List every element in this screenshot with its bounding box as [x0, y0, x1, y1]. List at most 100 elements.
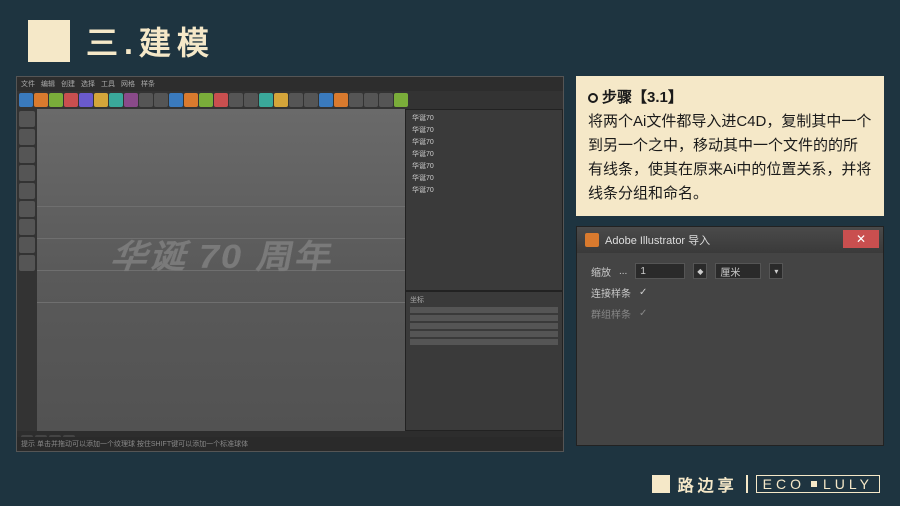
- object-manager[interactable]: 华诞70 华诞70 华诞70 华诞70 华诞70 华诞70 华诞70: [405, 109, 563, 291]
- toolbar-icon[interactable]: [64, 93, 78, 107]
- toolbar-icon[interactable]: [34, 93, 48, 107]
- menu-item[interactable]: 编辑: [41, 79, 55, 89]
- object-item[interactable]: 华诞70: [408, 136, 560, 148]
- c4d-window: 文件 编辑 创建 选择 工具 网格 样条: [16, 76, 564, 452]
- scale-input[interactable]: [635, 263, 685, 279]
- tool-icon[interactable]: [19, 237, 35, 253]
- toolbar-icon[interactable]: [394, 93, 408, 107]
- status-text: 提示 单击并拖动可以添加一个纹理球 按住SHIFT键可以添加一个标准球体: [21, 439, 248, 449]
- toolbar-icon[interactable]: [364, 93, 378, 107]
- connect-label: 连接样条: [591, 285, 631, 300]
- toolbar-icon[interactable]: [154, 93, 168, 107]
- toolbar-icon[interactable]: [289, 93, 303, 107]
- scale-row: 缩放 ... ◆ 厘米 ▾: [591, 263, 869, 279]
- scale-label: 缩放: [591, 264, 611, 279]
- checkbox-checked-icon[interactable]: ✓: [639, 287, 647, 298]
- group-label: 群组样条: [591, 306, 631, 321]
- step-label: 步骤【3.1】: [602, 86, 683, 110]
- unit-select[interactable]: 厘米: [715, 263, 761, 279]
- toolbar-icon[interactable]: [259, 93, 273, 107]
- toolbar-icon[interactable]: [19, 93, 33, 107]
- attr-value-bar[interactable]: [410, 315, 558, 321]
- c4d-viewport[interactable]: 华诞 70 周年: [37, 109, 405, 431]
- toolbar-icon[interactable]: [184, 93, 198, 107]
- footer-brand-cn: 路边享: [678, 472, 738, 496]
- tool-icon[interactable]: [19, 147, 35, 163]
- object-item[interactable]: 华诞70: [408, 148, 560, 160]
- c4d-toolbar: [17, 91, 563, 109]
- attr-value-bar[interactable]: [410, 307, 558, 313]
- menu-item[interactable]: 网格: [121, 79, 135, 89]
- object-item[interactable]: 华诞70: [408, 184, 560, 196]
- tool-icon[interactable]: [19, 165, 35, 181]
- menu-item[interactable]: 文件: [21, 79, 35, 89]
- right-column: 步骤【3.1】 将两个Ai文件都导入进C4D，复制其中一个到另一个之中，移动其中…: [576, 76, 884, 452]
- menu-item[interactable]: 创建: [61, 79, 75, 89]
- tool-icon[interactable]: [19, 255, 35, 271]
- footer-brand-en: ECO LULY: [756, 475, 880, 493]
- toolbar-icon[interactable]: [319, 93, 333, 107]
- menu-item[interactable]: 样条: [141, 79, 155, 89]
- toolbar-icon[interactable]: [109, 93, 123, 107]
- tool-icon[interactable]: [19, 111, 35, 127]
- toolbar-icon[interactable]: [94, 93, 108, 107]
- menu-item[interactable]: 工具: [101, 79, 115, 89]
- c4d-right-panels: 华诞70 华诞70 华诞70 华诞70 华诞70 华诞70 华诞70 坐标: [405, 109, 563, 431]
- checkbox-checked-icon[interactable]: ✓: [639, 308, 647, 319]
- toolbar-icon[interactable]: [334, 93, 348, 107]
- close-button[interactable]: ✕: [843, 230, 879, 248]
- slide-header: 三.建模: [0, 0, 900, 76]
- object-item[interactable]: 华诞70: [408, 124, 560, 136]
- toolbar-icon[interactable]: [274, 93, 288, 107]
- toolbar-icon[interactable]: [139, 93, 153, 107]
- footer-square-icon: [652, 475, 670, 493]
- attr-value-bar[interactable]: [410, 323, 558, 329]
- toolbar-icon[interactable]: [169, 93, 183, 107]
- dot-icon: [811, 481, 817, 487]
- toolbar-icon[interactable]: [304, 93, 318, 107]
- toolbar-icon[interactable]: [49, 93, 63, 107]
- c4d-left-tools: [17, 109, 37, 431]
- instruction-note: 步骤【3.1】 将两个Ai文件都导入进C4D，复制其中一个到另一个之中，移动其中…: [576, 76, 884, 216]
- slide-footer: 路边享 ECO LULY: [652, 472, 880, 496]
- dialog-titlebar[interactable]: Adobe Illustrator 导入 ✕: [577, 227, 883, 253]
- c4d-body: 华诞 70 周年 华诞70 华诞70 华诞70 华诞70 华诞70 华诞70 华…: [17, 109, 563, 431]
- content-area: 文件 编辑 创建 选择 工具 网格 样条: [0, 76, 900, 452]
- toolbar-icon[interactable]: [124, 93, 138, 107]
- bullet-icon: [588, 93, 598, 103]
- chevron-down-icon[interactable]: ▾: [769, 263, 783, 279]
- attr-value-bar[interactable]: [410, 339, 558, 345]
- viewport-3d-text: 华诞 70 周年: [108, 231, 334, 278]
- toolbar-icon[interactable]: [214, 93, 228, 107]
- illustrator-icon: [585, 233, 599, 247]
- toolbar-icon[interactable]: [244, 93, 258, 107]
- object-item[interactable]: 华诞70: [408, 112, 560, 124]
- c4d-menubar[interactable]: 文件 编辑 创建 选择 工具 网格 样条: [17, 77, 563, 91]
- footer-luly: LULY: [823, 476, 873, 492]
- toolbar-icon[interactable]: [229, 93, 243, 107]
- group-row: 群组样条 ✓: [591, 306, 869, 321]
- attr-value-bar[interactable]: [410, 331, 558, 337]
- tool-icon[interactable]: [19, 219, 35, 235]
- note-title: 步骤【3.1】: [588, 86, 872, 110]
- connect-row: 连接样条 ✓: [591, 285, 869, 300]
- menu-item[interactable]: 选择: [81, 79, 95, 89]
- dialog-body: 缩放 ... ◆ 厘米 ▾ 连接样条 ✓ 群组样条 ✓: [577, 253, 883, 337]
- attribute-manager[interactable]: 坐标: [405, 291, 563, 431]
- c4d-statusbar: 提示 单击并拖动可以添加一个纹理球 按住SHIFT键可以添加一个标准球体: [17, 437, 563, 451]
- toolbar-icon[interactable]: [349, 93, 363, 107]
- note-body: 将两个Ai文件都导入进C4D，复制其中一个到另一个之中，移动其中一个文件的的所有…: [588, 110, 872, 206]
- footer-divider: [746, 475, 748, 493]
- footer-eco: ECO: [763, 476, 805, 492]
- toolbar-icon[interactable]: [199, 93, 213, 107]
- stepper-icon[interactable]: ◆: [693, 263, 707, 279]
- tool-icon[interactable]: [19, 201, 35, 217]
- tool-icon[interactable]: [19, 129, 35, 145]
- toolbar-icon[interactable]: [79, 93, 93, 107]
- toolbar-icon[interactable]: [379, 93, 393, 107]
- ai-import-dialog: Adobe Illustrator 导入 ✕ 缩放 ... ◆ 厘米 ▾ 连接样…: [576, 226, 884, 446]
- header-accent-square: [28, 20, 70, 62]
- tool-icon[interactable]: [19, 183, 35, 199]
- object-item[interactable]: 华诞70: [408, 160, 560, 172]
- object-item[interactable]: 华诞70: [408, 172, 560, 184]
